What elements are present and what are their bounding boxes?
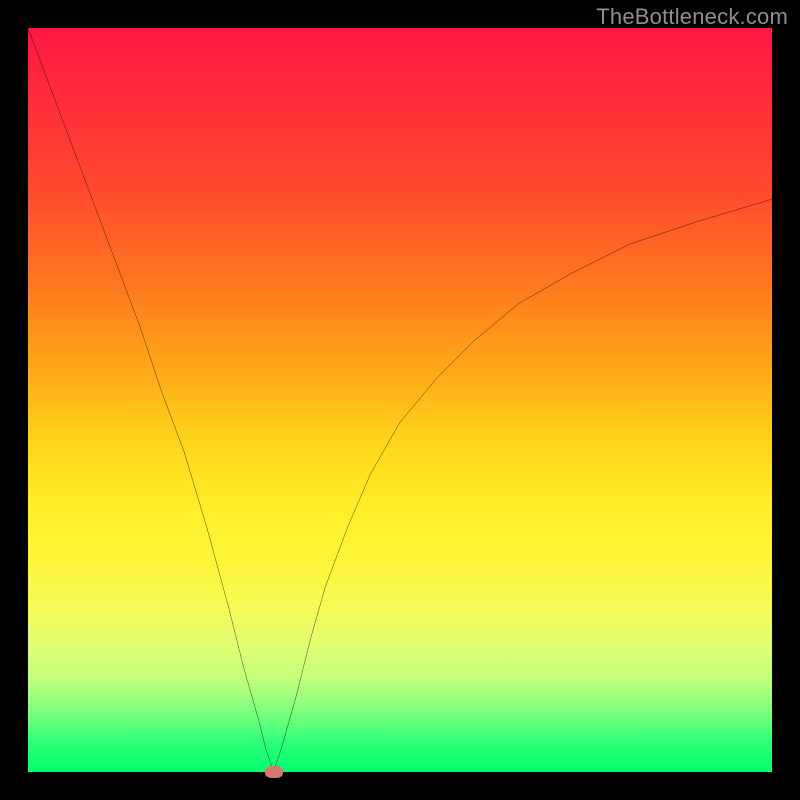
watermark-text: TheBottleneck.com [596,4,788,30]
outer-frame: TheBottleneck.com [0,0,800,800]
bottleneck-marker [265,766,283,778]
bottleneck-curve [28,28,772,772]
plot-area [28,28,772,772]
